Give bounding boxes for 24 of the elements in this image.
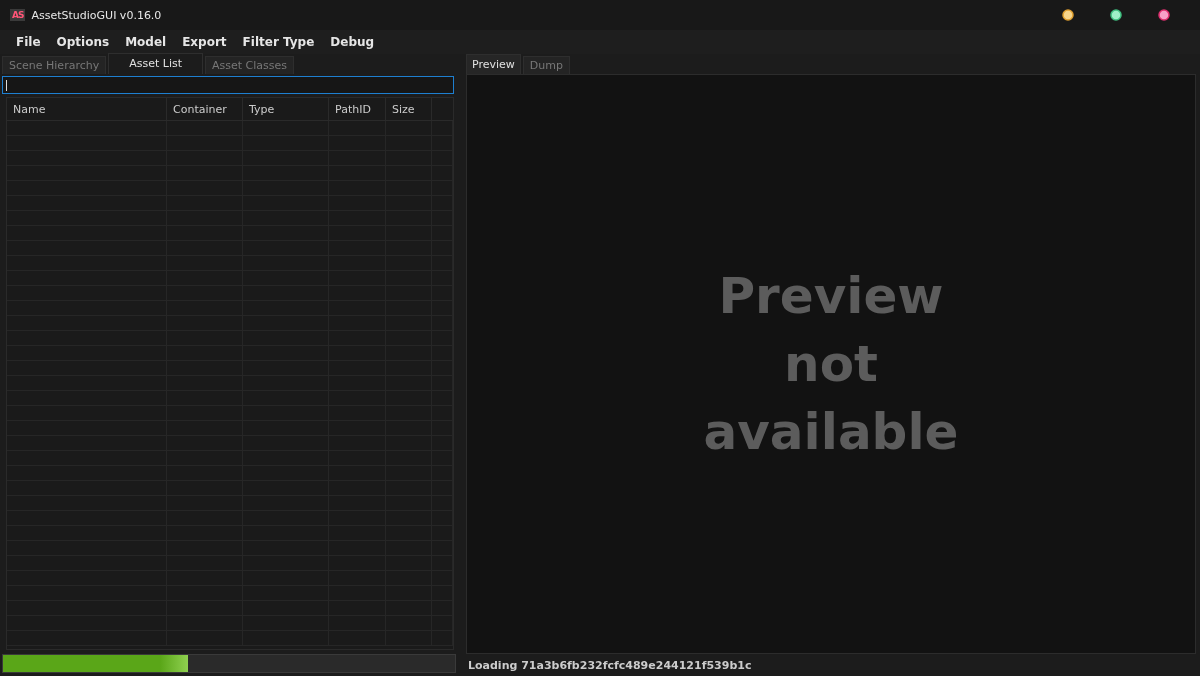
minimize-icon[interactable] xyxy=(1062,9,1074,21)
tab[interactable]: Dump xyxy=(522,56,570,74)
column-header[interactable]: Size xyxy=(386,98,432,120)
menu-item[interactable]: Debug xyxy=(322,35,383,49)
close-icon[interactable] xyxy=(1158,9,1170,21)
menu-item[interactable]: Filter Type xyxy=(234,35,323,49)
menu-item[interactable]: File xyxy=(8,35,49,49)
menu-item[interactable]: Options xyxy=(48,35,118,49)
search-field[interactable] xyxy=(2,76,454,94)
preview-message: Preview not available xyxy=(702,266,960,463)
maximize-icon[interactable] xyxy=(1110,9,1122,21)
window-title: AssetStudioGUI v0.16.0 xyxy=(31,8,162,22)
column-header[interactable]: PathID xyxy=(329,98,386,120)
tab[interactable]: Asset List xyxy=(108,53,203,74)
column-header[interactable]: Name xyxy=(7,98,167,120)
status-text: Loading 71a3b6fb232fcfc489e244121f539b1c xyxy=(467,657,753,674)
column-header[interactable]: Type xyxy=(243,98,329,120)
tab[interactable]: Preview xyxy=(466,54,521,74)
tab[interactable]: Scene Hierarchy xyxy=(2,56,107,74)
tab[interactable]: Asset Classes xyxy=(205,56,294,74)
menu-item[interactable]: Model xyxy=(117,35,175,49)
column-header[interactable]: Container xyxy=(167,98,243,120)
menu-item[interactable]: Export xyxy=(174,35,235,49)
app-logo-icon: AS xyxy=(10,9,26,21)
